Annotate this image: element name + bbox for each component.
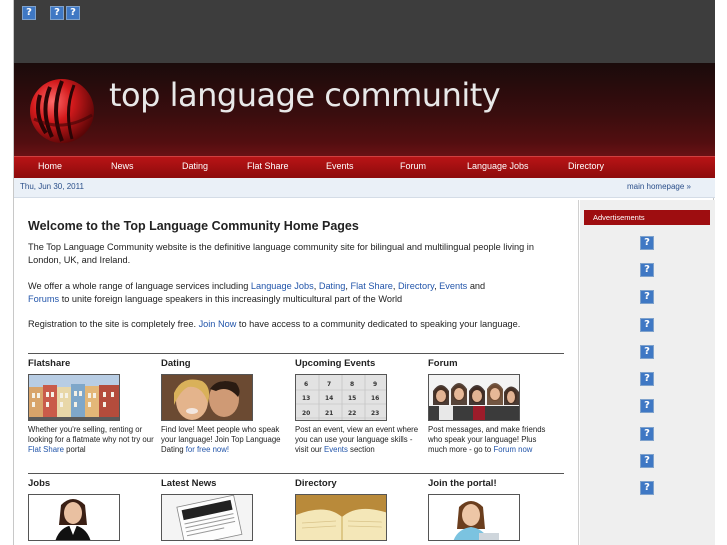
divider [28, 473, 564, 474]
help-icon[interactable]: ? [66, 6, 80, 20]
events-after: section [347, 445, 375, 454]
help-icon[interactable]: ? [640, 399, 654, 413]
join-now-link[interactable]: Join Now [199, 319, 237, 329]
current-date: Thu, Jun 30, 2011 [20, 182, 84, 191]
join-portal-image[interactable] [428, 494, 520, 541]
main-content: Welcome to the Top Language Community Ho… [14, 200, 579, 545]
services-prefix: We offer a whole range of language servi… [28, 281, 251, 291]
houses-graphic [29, 375, 119, 420]
nav-events[interactable]: Events [326, 161, 354, 171]
dating-heading: Dating [161, 358, 191, 369]
help-icon[interactable]: ? [640, 345, 654, 359]
date-bar: Thu, Jun 30, 2011 main homepage » [14, 178, 715, 198]
newspaper-icon [162, 495, 252, 540]
help-icon[interactable]: ? [640, 236, 654, 250]
registration-paragraph: Registration to the site is completely f… [28, 318, 548, 331]
help-icon[interactable]: ? [640, 481, 654, 495]
latest-news-heading: Latest News [161, 478, 217, 489]
nav-dating[interactable]: Dating [182, 161, 208, 171]
divider [28, 353, 564, 354]
help-icon[interactable]: ? [640, 290, 654, 304]
registration-suffix: to have access to a community dedicated … [236, 319, 521, 329]
events-link[interactable]: Events [324, 445, 348, 454]
girl-at-laptop-graphic [429, 495, 519, 540]
group-graphic [429, 375, 519, 420]
link-flat-share[interactable]: Flat Share [350, 281, 392, 291]
page-title: Welcome to the Top Language Community Ho… [28, 219, 359, 233]
cal-num: 14 [325, 395, 333, 402]
cal-num: 23 [371, 410, 379, 417]
dating-image[interactable] [161, 374, 253, 421]
cal-num: 20 [302, 410, 310, 417]
help-icon[interactable]: ? [640, 372, 654, 386]
nav-flat-share[interactable]: Flat Share [247, 161, 289, 171]
link-forums[interactable]: Forums [28, 294, 59, 304]
site-title: top language community [109, 76, 501, 114]
services-paragraph: We offer a whole range of language servi… [28, 280, 548, 306]
latest-news-image[interactable] [161, 494, 253, 541]
top-bar: ? ? ? [14, 0, 715, 63]
help-icon[interactable]: ? [640, 454, 654, 468]
help-icon[interactable]: ? [640, 427, 654, 441]
help-icon[interactable]: ? [640, 263, 654, 277]
advertisements-header: Advertisements [584, 210, 710, 225]
join-portal-heading: Join the portal! [428, 478, 497, 489]
intro-paragraph: The Top Language Community website is th… [28, 242, 534, 265]
help-icon[interactable]: ? [50, 6, 64, 20]
help-icon[interactable]: ? [640, 318, 654, 332]
registration-prefix: Registration to the site is completely f… [28, 319, 199, 329]
jobs-heading: Jobs [28, 478, 51, 489]
events-image[interactable]: 6 7 8 9 13 14 15 16 20 21 22 23 [295, 374, 387, 421]
flatshare-image[interactable] [28, 374, 120, 421]
cal-num: 6 [304, 381, 308, 388]
events-text: Post an event, view an event where you c… [295, 425, 423, 455]
help-icon[interactable]: ? [22, 6, 36, 20]
forum-image[interactable] [428, 374, 520, 421]
nav-news[interactable]: News [111, 161, 134, 171]
forum-heading: Forum [428, 358, 458, 369]
couple-graphic [162, 375, 252, 420]
flatshare-after: portal [63, 445, 86, 454]
cal-num: 21 [325, 410, 333, 417]
cal-num: 22 [348, 410, 356, 417]
cal-num: 13 [302, 395, 310, 402]
globe-logo-icon [30, 79, 94, 143]
open-book-icon [296, 495, 386, 540]
directory-heading: Directory [295, 478, 337, 489]
flatshare-desc: Whether you're selling, renting or looki… [28, 425, 154, 444]
site-banner: top language community [14, 63, 715, 156]
link-directory[interactable]: Directory [398, 281, 434, 291]
link-dating[interactable]: Dating [319, 281, 346, 291]
main-homepage-link[interactable]: main homepage » [627, 182, 691, 191]
nav-forum[interactable]: Forum [400, 161, 426, 171]
jobs-image[interactable] [28, 494, 120, 541]
cal-num: 16 [371, 395, 379, 402]
link-language-jobs[interactable]: Language Jobs [251, 281, 314, 291]
calendar-graphic: 6 7 8 9 13 14 15 16 20 21 22 23 [296, 375, 386, 420]
forum-now-link[interactable]: Forum now [493, 445, 532, 454]
and-text: and [467, 281, 486, 291]
businesswoman-graphic [29, 495, 119, 540]
flatshare-link[interactable]: Flat Share [28, 445, 64, 454]
main-nav: Home News Dating Flat Share Events Forum… [14, 156, 715, 178]
dating-text: Find love! Meet people who speak your la… [161, 425, 289, 455]
nav-language-jobs[interactable]: Language Jobs [467, 161, 529, 171]
nav-home[interactable]: Home [38, 161, 62, 171]
directory-image[interactable] [295, 494, 387, 541]
events-heading: Upcoming Events [295, 358, 376, 369]
site-frame: ? ? ? top language community Home News D… [13, 0, 715, 545]
page: ? ? ? top language community Home News D… [0, 0, 727, 545]
dating-free-link[interactable]: for free now! [186, 445, 229, 454]
link-events[interactable]: Events [439, 281, 467, 291]
nav-directory[interactable]: Directory [568, 161, 604, 171]
forum-text: Post messages, and make friends who spea… [428, 425, 556, 455]
cal-num: 7 [327, 381, 331, 388]
cal-num: 15 [348, 395, 356, 402]
flatshare-heading: Flatshare [28, 358, 71, 369]
services-suffix: to unite foreign language speakers in th… [59, 294, 403, 304]
flatshare-text: Whether you're selling, renting or looki… [28, 425, 156, 455]
cal-num: 8 [350, 381, 354, 388]
cal-num: 9 [373, 381, 377, 388]
sidebar: Advertisements ? ? ? ? ? ? ? ? ? ? [580, 200, 715, 545]
